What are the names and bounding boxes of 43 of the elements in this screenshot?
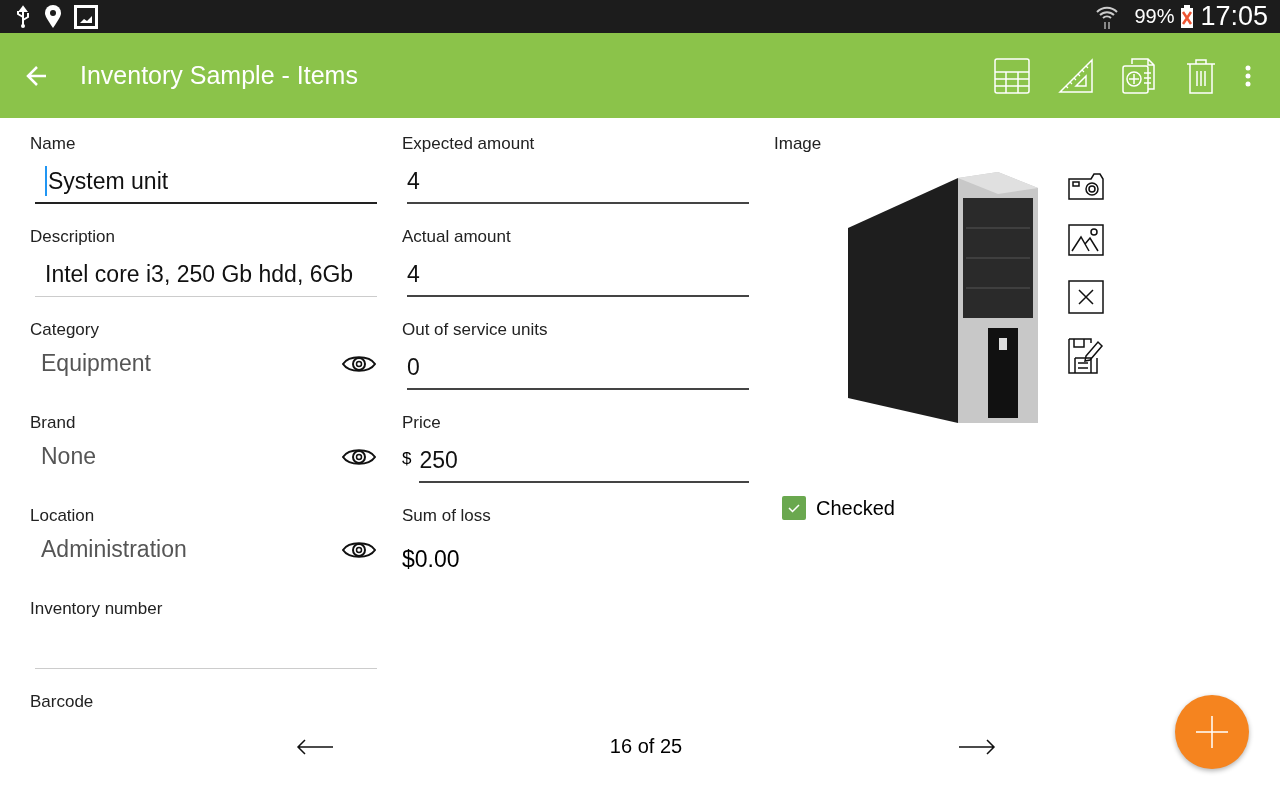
field-label: Location <box>30 506 96 526</box>
close-icon[interactable] <box>1068 280 1104 314</box>
location-pin-icon <box>44 4 62 29</box>
field-label: Image <box>774 134 823 154</box>
number-field[interactable]: 4 <box>407 253 749 297</box>
field-label: Barcode <box>30 692 95 712</box>
previous-arrow-icon[interactable] <box>296 738 334 755</box>
field-label: Sum of loss <box>402 506 492 526</box>
field-label: Description <box>30 227 117 247</box>
picker-value[interactable]: Administration <box>41 536 187 563</box>
text-field[interactable]: System unit <box>35 160 377 204</box>
checkmark-icon <box>787 501 801 515</box>
save-edit-icon[interactable] <box>1068 338 1104 374</box>
battery-percent: 99% <box>1134 5 1175 28</box>
picker-value[interactable]: None <box>41 443 96 470</box>
camera-icon[interactable] <box>1068 172 1104 200</box>
battery-icon <box>1180 4 1195 29</box>
field-label: Brand <box>30 413 77 433</box>
number-field[interactable]: 0 <box>407 346 749 390</box>
field-label: Price <box>402 413 442 433</box>
text-field[interactable]: Intel core i3, 250 Gb hdd, 6Gb <box>35 253 377 297</box>
image-icon[interactable] <box>1068 224 1104 256</box>
page-counter: 16 of 25 <box>609 735 683 758</box>
field-label: Expected amount <box>402 134 536 154</box>
field-label: Category <box>30 320 100 340</box>
price-field[interactable]: 250 <box>419 439 749 483</box>
add-button[interactable] <box>1175 695 1249 769</box>
checkbox[interactable] <box>782 496 806 520</box>
number-field[interactable]: 4 <box>407 160 749 204</box>
next-arrow-icon[interactable] <box>958 738 996 755</box>
checkbox-label: Checked <box>816 496 895 520</box>
plus-icon <box>1195 715 1229 749</box>
field-label: Out of service units <box>402 320 549 340</box>
field-label: Name <box>30 134 77 154</box>
picture-icon <box>74 4 98 29</box>
field-label: Inventory number <box>30 599 164 619</box>
sum-value: $0.00 <box>402 546 461 573</box>
currency-symbol: $ <box>402 449 412 470</box>
clock-time: 17:05 <box>1200 1 1268 32</box>
field-label: Actual amount <box>402 227 512 247</box>
usb-icon <box>14 4 32 29</box>
screen-title: Inventory Sample - Items <box>80 61 358 90</box>
picker-value[interactable]: Equipment <box>41 350 151 377</box>
